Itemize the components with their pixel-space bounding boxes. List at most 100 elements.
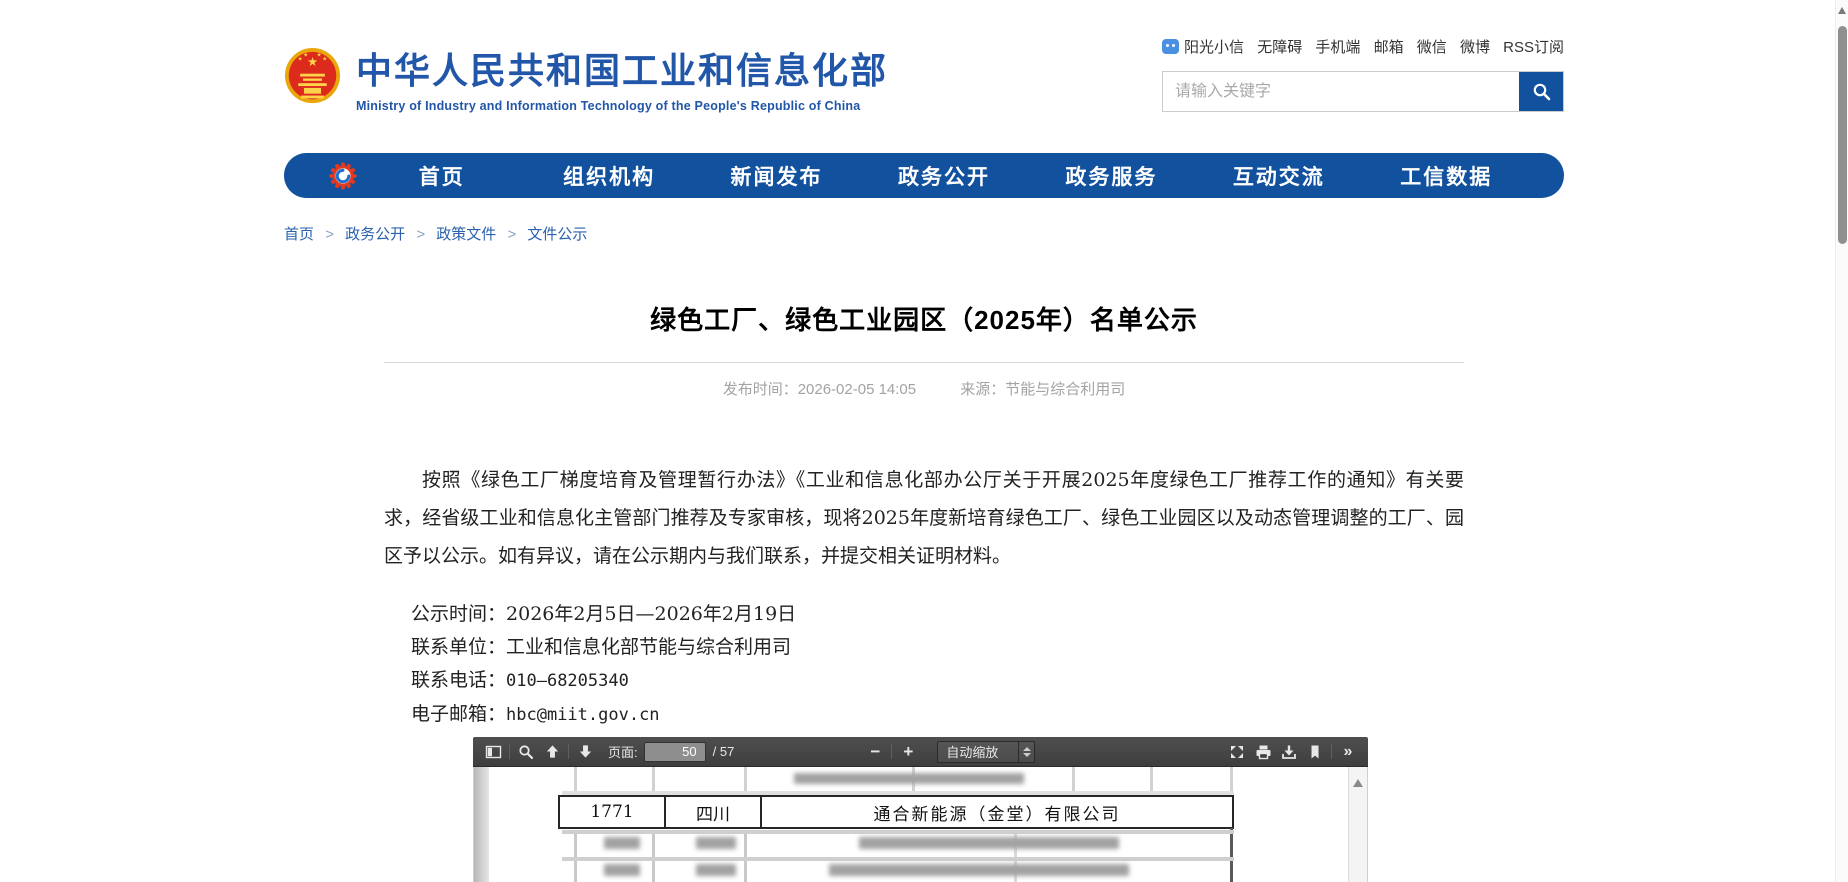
quick-link-mobile[interactable]: 手机端: [1315, 36, 1360, 57]
search-input[interactable]: [1163, 72, 1519, 111]
pdf-left-margin: [474, 767, 489, 882]
quick-link-wechat[interactable]: 微信: [1417, 36, 1447, 57]
miit-gear-icon: [328, 161, 358, 191]
breadcrumb-file-announcement[interactable]: 文件公示: [527, 226, 587, 243]
row-province-cell: 四川: [664, 797, 760, 827]
scrollbar-thumb[interactable]: [1838, 26, 1847, 244]
title-divider: [384, 362, 1464, 363]
nav-item-home[interactable]: 首页: [358, 161, 525, 191]
article-title: 绿色工厂、绿色工业园区（2025年）名单公示: [284, 300, 1564, 337]
nav-item-gov-services[interactable]: 政务服务: [1028, 161, 1195, 191]
blurred-cell-content: [829, 864, 1129, 876]
header-right: 阳光小信 无障碍 手机端 邮箱 微信 微博 RSS订阅: [1162, 30, 1564, 112]
zoom-in-button[interactable]: +: [895, 739, 921, 764]
site-title-block: 中华人民共和国工业和信息化部 Ministry of Industry and …: [356, 42, 888, 113]
window-scrollbar[interactable]: [1835, 0, 1848, 882]
blurred-cell-content: [859, 837, 1119, 849]
svg-text:★: ★: [303, 52, 308, 59]
breadcrumb-separator: >: [416, 226, 425, 243]
zoom-level-value: 自动缩放: [938, 742, 1018, 761]
table-gridline: [562, 857, 1234, 861]
breadcrumb-gov-affairs[interactable]: 政务公开: [345, 226, 405, 243]
download-button[interactable]: [1276, 739, 1302, 764]
table-gridline: [562, 830, 1234, 834]
blurred-cell-content: [696, 864, 736, 876]
table-gridline: [652, 767, 655, 791]
article-meta: 发布时间：2026-02-05 14:05 来源：节能与综合利用司: [284, 378, 1564, 399]
contact-line-unit: 联系单位：工业和信息化部节能与综合利用司: [411, 634, 1564, 660]
find-button[interactable]: [513, 739, 539, 764]
search-button[interactable]: [1519, 72, 1563, 111]
publish-time: 发布时间：2026-02-05 14:05: [723, 381, 916, 398]
search-bar: [1162, 71, 1564, 112]
site-header: ★ ★ ★ ★ ★ 中华人民共和国工业和信息化部 Ministry of Ind…: [284, 30, 1564, 122]
zoom-level-select[interactable]: 自动缩放: [937, 741, 1035, 763]
toolbar-separator: [509, 744, 510, 759]
pdf-viewer: 页面: / 57 − + 自动缩放: [473, 737, 1368, 882]
previous-page-button[interactable]: [539, 739, 565, 764]
pdf-page-area: 1771 四川 通合新能源（金堂）有限公司: [473, 767, 1368, 882]
sidebar-toggle-button[interactable]: [480, 739, 506, 764]
toolbar-separator: [1331, 744, 1332, 759]
pdf-scrollbar[interactable]: [1348, 767, 1367, 882]
quick-link-accessibility[interactable]: 无障碍: [1257, 36, 1302, 57]
quick-link-ai-assistant[interactable]: 阳光小信: [1162, 36, 1244, 57]
nav-item-interaction[interactable]: 互动交流: [1195, 161, 1362, 191]
page-number-input[interactable]: [644, 742, 706, 762]
zoom-out-button[interactable]: −: [862, 739, 888, 764]
contact-line-period: 公示时间：2026年2月5日—2026年2月19日: [411, 601, 1564, 627]
toolbar-right-group: »: [1224, 739, 1361, 764]
table-gridline: [574, 767, 577, 791]
select-arrows-icon: [1018, 742, 1034, 762]
contact-line-email: 电子邮箱：hbc@miit.gov.cn: [411, 701, 1564, 728]
article-paragraph: 按照《绿色工厂梯度培育及管理暂行办法》《工业和信息化部办公厅关于开展2025年度…: [384, 461, 1464, 575]
next-page-button[interactable]: [572, 739, 598, 764]
breadcrumb-home[interactable]: 首页: [284, 226, 314, 243]
print-button[interactable]: [1250, 739, 1276, 764]
table-border: [1230, 828, 1233, 882]
contact-line-phone: 联系电话：010—68205340: [411, 667, 1564, 694]
blurred-cell-content: [604, 837, 640, 849]
toolbar-separator: [568, 744, 569, 759]
scroll-up-arrow-icon[interactable]: [1353, 779, 1363, 787]
toolbar-more-button[interactable]: »: [1335, 739, 1361, 764]
scrollbar-up-arrow-icon[interactable]: [1838, 7, 1846, 14]
presentation-mode-button[interactable]: [1224, 739, 1250, 764]
blurred-cell-content: [696, 837, 736, 849]
search-icon: [518, 744, 534, 760]
contact-info: 公示时间：2026年2月5日—2026年2月19日 联系单位：工业和信息化部节能…: [411, 601, 1564, 728]
table-gridline: [1150, 767, 1153, 791]
table-gridline: [744, 830, 747, 882]
pdf-toolbar: 页面: / 57 − + 自动缩放: [473, 737, 1368, 767]
blurred-cell-content: [794, 773, 1024, 784]
breadcrumb: 首页 > 政务公开 > 政策文件 > 文件公示: [284, 223, 1564, 244]
nav-items: 首页 组织机构 新闻发布 政务公开 政务服务 互动交流 工信数据: [358, 161, 1530, 191]
site-title: 中华人民共和国工业和信息化部: [356, 42, 888, 94]
row-number-cell: 1771: [560, 797, 664, 827]
svg-text:★: ★: [317, 52, 322, 59]
svg-text:★: ★: [322, 55, 327, 62]
nav-item-gov-affairs[interactable]: 政务公开: [860, 161, 1027, 191]
nav-item-organization[interactable]: 组织机构: [525, 161, 692, 191]
site-brand: ★ ★ ★ ★ ★ 中华人民共和国工业和信息化部 Ministry of Ind…: [284, 42, 888, 113]
table-gridline: [1072, 767, 1075, 791]
quick-link-weibo[interactable]: 微博: [1460, 36, 1490, 57]
bookmark-button[interactable]: [1302, 739, 1328, 764]
toolbar-separator: [891, 744, 892, 759]
arrow-down-icon: [578, 744, 593, 759]
breadcrumb-policy-files[interactable]: 政策文件: [436, 226, 496, 243]
quick-link-mail[interactable]: 邮箱: [1374, 36, 1404, 57]
nav-item-industry-data[interactable]: 工信数据: [1363, 161, 1530, 191]
page-content: ★ ★ ★ ★ ★ 中华人民共和国工业和信息化部 Ministry of Ind…: [284, 0, 1564, 882]
search-icon: [1532, 82, 1551, 101]
robot-icon: [1162, 39, 1179, 54]
bookmark-icon: [1308, 744, 1322, 760]
table-gridline: [574, 830, 577, 882]
svg-text:★: ★: [298, 55, 303, 62]
quick-link-rss[interactable]: RSS订阅: [1503, 36, 1564, 57]
main-nav: 首页 组织机构 新闻发布 政务公开 政务服务 互动交流 工信数据: [284, 153, 1564, 198]
table-gridline: [1230, 767, 1233, 791]
nav-item-news[interactable]: 新闻发布: [693, 161, 860, 191]
blurred-cell-content: [604, 864, 640, 876]
page-number-label: 页面:: [608, 742, 638, 761]
